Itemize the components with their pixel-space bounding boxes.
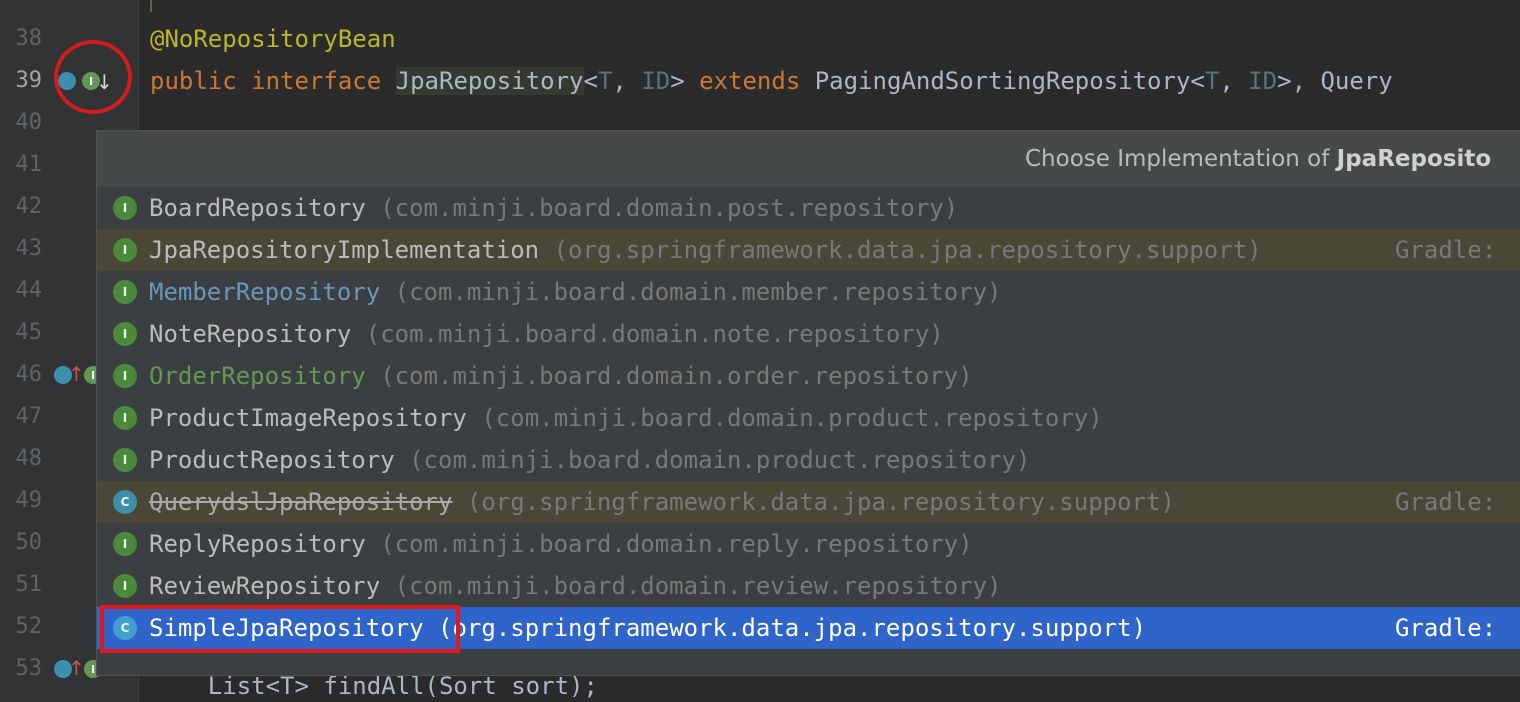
code-token: ID xyxy=(641,67,671,95)
gradle-label: Gradle: xyxy=(1395,488,1497,516)
partial-code-line: List<T> findAll(Sort sort); xyxy=(150,676,598,700)
implementation-item[interactable]: I NoteRepository (com.minji.board.domain.… xyxy=(97,313,1520,355)
class-name: BoardRepository xyxy=(149,194,366,222)
implementation-name: ProductImageRepository (com.minji.board.… xyxy=(149,397,1103,439)
popup-title-class: JpaReposito xyxy=(1336,146,1492,172)
implementation-item[interactable]: I ReplyRepository (com.minji.board.domain… xyxy=(97,523,1520,565)
class-name: ReviewRepository xyxy=(149,572,381,600)
line-number: 40 xyxy=(15,110,43,135)
popup-title: Choose Implementation of JpaReposito xyxy=(1025,146,1492,172)
interface-icon: I xyxy=(113,406,137,430)
implementation-name: ReplyRepository (com.minji.board.domain.… xyxy=(149,523,973,565)
implementation-name: QuerydslJpaRepository (org.springframewo… xyxy=(149,481,1175,523)
code-line[interactable]: public interface JpaRepository<T, ID> ex… xyxy=(150,60,1393,102)
fold-indicator xyxy=(150,0,152,12)
interface-icon: I xyxy=(113,364,137,388)
class-name: NoteRepository xyxy=(149,320,352,348)
gradle-label: Gradle: xyxy=(1395,614,1497,642)
code-token: public xyxy=(150,67,252,95)
line-number: 48 xyxy=(15,446,43,471)
implementation-item[interactable]: I BoardRepository (com.minji.board.domain… xyxy=(97,187,1520,229)
code-token: PagingAndSortingRepository xyxy=(814,67,1191,95)
implementation-name: JpaRepositoryImplementation (org.springf… xyxy=(149,229,1262,271)
class-name: QuerydslJpaRepository xyxy=(149,488,453,516)
popup-header: Choose Implementation of JpaReposito xyxy=(97,131,1520,187)
implementation-item[interactable]: C QuerydslJpaRepository (org.springframew… xyxy=(97,481,1520,523)
code-token: , xyxy=(1219,67,1249,95)
implementation-name: ProductRepository (com.minji.board.domai… xyxy=(149,439,1030,481)
code-token: >, Query xyxy=(1277,67,1393,95)
implementation-item[interactable]: I ProductImageRepository (com.minji.board… xyxy=(97,397,1520,439)
interface-icon: I xyxy=(113,532,137,556)
choose-implementation-popup[interactable]: Choose Implementation of JpaReposito I Bo… xyxy=(96,130,1520,676)
code-token: JpaRepository xyxy=(395,67,584,95)
class-name: MemberRepository xyxy=(149,278,381,306)
code-token: @NoRepositoryBean xyxy=(150,25,396,53)
code-line[interactable]: @NoRepositoryBean xyxy=(150,18,396,60)
line-number: 49 xyxy=(15,488,43,513)
interface-icon: I xyxy=(113,322,137,346)
package-name: (com.minji.board.domain.product.reposito… xyxy=(409,446,1031,474)
class-name: ProductImageRepository xyxy=(149,404,467,432)
class-name: ProductRepository xyxy=(149,446,395,474)
implementation-item[interactable]: I JpaRepositoryImplementation (org.spring… xyxy=(97,229,1520,271)
interface-icon: I xyxy=(113,448,137,472)
line-number: 39 xyxy=(15,68,43,93)
selection-highlight-box xyxy=(100,605,460,653)
line-number: 51 xyxy=(15,572,43,597)
code-token: ID xyxy=(1248,67,1278,95)
line-number: 45 xyxy=(15,320,43,345)
code-token: > xyxy=(670,67,700,95)
implementation-name: OrderRepository (com.minji.board.domain.… xyxy=(149,355,973,397)
interface-icon: I xyxy=(113,196,137,220)
line-number: 41 xyxy=(15,152,43,177)
implementation-name: ReviewRepository (com.minji.board.domain… xyxy=(149,565,1002,607)
package-name: (com.minji.board.domain.member.repositor… xyxy=(394,278,1002,306)
code-token: < xyxy=(1190,67,1205,95)
package-name: (com.minji.board.domain.reply.repository… xyxy=(380,530,973,558)
line-number: 38 xyxy=(15,26,43,51)
line-number: 50 xyxy=(15,530,43,555)
line-number: 42 xyxy=(15,194,43,219)
implementation-name: BoardRepository (com.minji.board.domain.… xyxy=(149,187,958,229)
package-name: (com.minji.board.domain.review.repositor… xyxy=(394,572,1002,600)
implementation-name: MemberRepository (com.minji.board.domain… xyxy=(149,271,1002,313)
class-icon: C xyxy=(113,490,137,514)
code-token: interface xyxy=(251,67,396,95)
line-number: 47 xyxy=(15,404,43,429)
implementation-item[interactable]: I OrderRepository (com.minji.board.domain… xyxy=(97,355,1520,397)
interface-icon: I xyxy=(113,574,137,598)
gradle-label: Gradle: xyxy=(1395,236,1497,264)
implementation-item[interactable]: I MemberRepository (com.minji.board.domai… xyxy=(97,271,1520,313)
code-token: , xyxy=(612,67,642,95)
package-name: (org.springframework.data.jpa.repository… xyxy=(553,236,1262,264)
line-number: 53 xyxy=(15,656,43,681)
package-name: (com.minji.board.domain.product.reposito… xyxy=(481,404,1103,432)
class-name: JpaRepositoryImplementation xyxy=(149,236,540,264)
interface-icon: I xyxy=(113,280,137,304)
go-to-super-icon[interactable]: ↑ xyxy=(68,364,85,384)
implementation-name: NoteRepository (com.minji.board.domain.n… xyxy=(149,313,944,355)
code-token: < xyxy=(583,67,598,95)
package-name: (com.minji.board.domain.note.repository) xyxy=(365,320,944,348)
code-token: extends xyxy=(699,67,815,95)
package-name: (com.minji.board.domain.order.repository… xyxy=(380,362,973,390)
package-name: (org.springframework.data.jpa.repository… xyxy=(466,488,1175,516)
implementation-item[interactable]: I ReviewRepository (com.minji.board.domai… xyxy=(97,565,1520,607)
highlight-circle xyxy=(54,40,132,114)
go-to-super-icon[interactable]: ↑ xyxy=(68,658,85,678)
code-token: T xyxy=(1204,67,1220,95)
package-name: (com.minji.board.domain.post.repository) xyxy=(380,194,959,222)
implementation-item[interactable]: I ProductRepository (com.minji.board.doma… xyxy=(97,439,1520,481)
package-name: (org.springframework.data.jpa.repository… xyxy=(438,614,1147,642)
line-number: 43 xyxy=(15,236,43,261)
interface-icon: I xyxy=(113,238,137,262)
line-number: 52 xyxy=(15,614,43,639)
line-number: 46 xyxy=(15,362,43,387)
class-name: ReplyRepository xyxy=(149,530,366,558)
class-name: OrderRepository xyxy=(149,362,366,390)
line-number: 44 xyxy=(15,278,43,303)
code-token: T xyxy=(597,67,613,95)
